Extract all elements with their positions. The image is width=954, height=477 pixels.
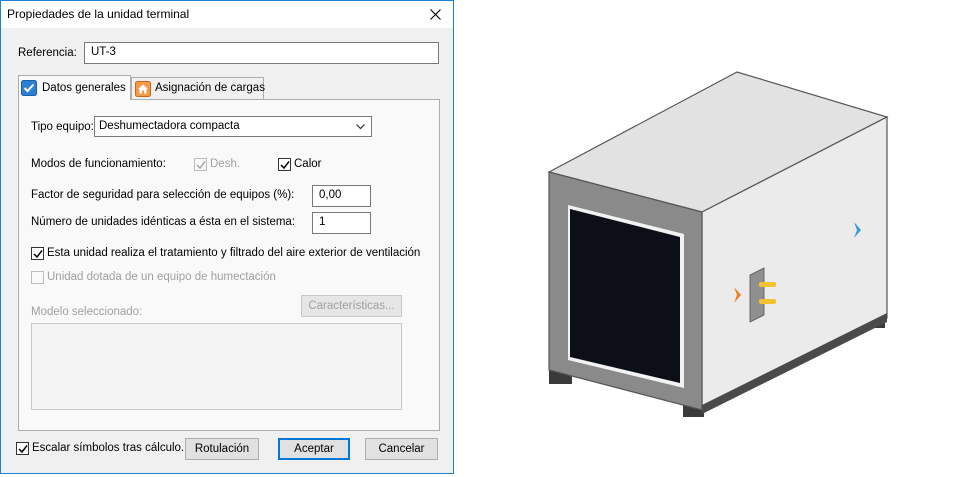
- humidification-label: Unidad dotada de un equipo de humectació…: [47, 271, 276, 283]
- checkmark-icon: [33, 250, 43, 259]
- labeling-button[interactable]: Rotulación: [185, 438, 259, 460]
- equipment-type-value: Deshumectadora compacta: [99, 120, 240, 132]
- tab-asignacion-cargas[interactable]: Asignación de cargas: [131, 77, 265, 99]
- house-tab-icon: [135, 81, 151, 97]
- window-title: Propiedades de la unidad terminal: [7, 7, 190, 21]
- equipment-type-select[interactable]: Deshumectadora compacta: [94, 116, 372, 137]
- mode-desh-label: Desh.: [210, 158, 241, 170]
- ventilation-treatment-checkbox[interactable]: [31, 247, 44, 260]
- tab-datos-generales[interactable]: Datos generales: [18, 75, 131, 100]
- reference-input[interactable]: UT-3: [84, 42, 439, 64]
- accept-button[interactable]: Aceptar: [278, 438, 350, 460]
- identical-units-label: Número de unidades idénticas a ésta en e…: [31, 216, 296, 228]
- mode-calor-label: Calor: [294, 158, 322, 170]
- close-button[interactable]: [417, 1, 453, 28]
- checkmark-icon: [196, 161, 206, 170]
- mode-calor-checkbox[interactable]: [278, 158, 291, 171]
- cancel-button[interactable]: Cancelar: [365, 438, 438, 460]
- scale-symbols-label: Escalar símbolos tras cálculo.: [32, 442, 185, 454]
- model-selected-label: Modelo seleccionado:: [31, 306, 143, 318]
- close-icon: [430, 9, 441, 20]
- terminal-unit-preview: [470, 0, 954, 474]
- equipment-type-label: Tipo equipo:: [31, 121, 94, 133]
- tab-label: Asignación de cargas: [155, 82, 265, 94]
- chevron-down-icon: [356, 124, 365, 130]
- safety-factor-label: Factor de seguridad para selección de eq…: [31, 189, 295, 201]
- checkmark-icon: [280, 161, 290, 170]
- properties-dialog: Propiedades de la unidad terminal Refere…: [0, 0, 454, 474]
- checkmark-icon: [18, 445, 28, 454]
- scale-symbols-checkbox[interactable]: [16, 442, 29, 455]
- reference-label: Referencia:: [18, 47, 77, 59]
- tab-label: Datos generales: [42, 82, 126, 94]
- operating-modes-label: Modos de funcionamiento:: [31, 158, 166, 170]
- checkbox-tab-icon: [21, 80, 37, 96]
- ventilation-treatment-label: Esta unidad realiza el tratamiento y fil…: [47, 247, 421, 259]
- identical-units-input[interactable]: 1: [312, 212, 371, 234]
- model-selected-list[interactable]: [31, 323, 402, 410]
- humidification-checkbox[interactable]: [31, 271, 44, 284]
- mode-desh-checkbox[interactable]: [194, 158, 207, 171]
- title-bar[interactable]: Propiedades de la unidad terminal: [1, 1, 453, 28]
- characteristics-button[interactable]: Características...: [301, 295, 402, 317]
- safety-factor-input[interactable]: 0,00: [312, 185, 371, 207]
- terminal-unit-illustration: [547, 71, 889, 417]
